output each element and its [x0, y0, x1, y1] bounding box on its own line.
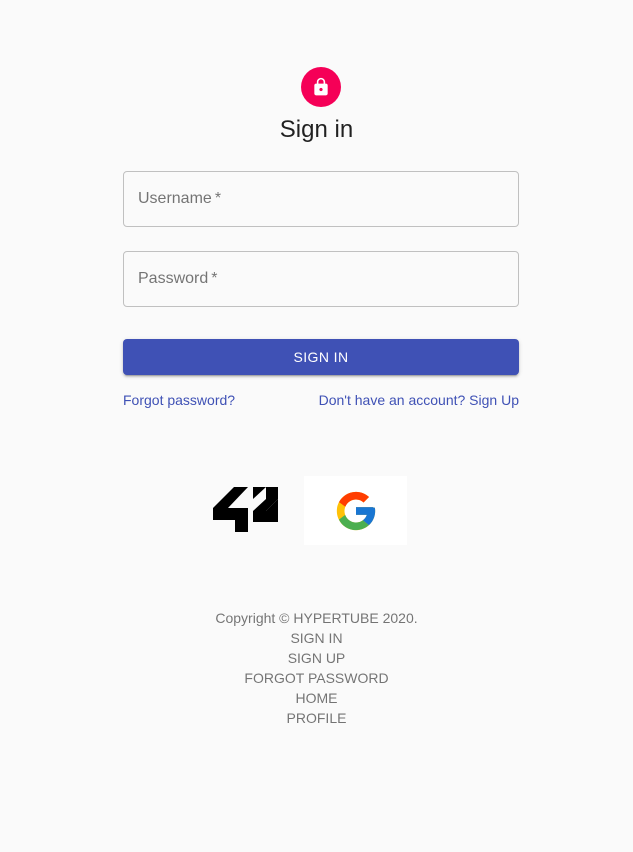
footer-link-forgot-password[interactable]: FORGOT PASSWORD — [0, 668, 633, 688]
password-field[interactable]: Password * — [123, 251, 519, 307]
footer-link-sign-up[interactable]: SIGN UP — [0, 648, 633, 668]
footer-link-sign-in[interactable]: SIGN IN — [0, 628, 633, 648]
footer-link-profile[interactable]: PROFILE — [0, 708, 633, 728]
google-logo-icon — [336, 491, 375, 530]
oauth-42-button[interactable] — [212, 486, 280, 534]
username-field[interactable]: Username * — [123, 171, 519, 227]
oauth-google-button[interactable] — [304, 476, 407, 545]
page-title: Sign in — [279, 116, 354, 143]
forgot-password-link[interactable]: Forgot password? — [123, 392, 235, 408]
lock-icon — [314, 77, 328, 96]
footer: Copyright © HYPERTUBE 2020. SIGN IN SIGN… — [0, 608, 633, 728]
password-input[interactable] — [124, 252, 518, 306]
sign-up-link[interactable]: Don't have an account? Sign Up — [319, 392, 519, 408]
username-input[interactable] — [124, 172, 518, 226]
avatar — [301, 67, 341, 107]
sign-in-button[interactable]: SIGN IN — [123, 339, 519, 375]
footer-link-home[interactable]: HOME — [0, 688, 633, 708]
42-logo-icon — [213, 487, 278, 532]
copyright-text: Copyright © HYPERTUBE 2020. — [215, 610, 418, 626]
